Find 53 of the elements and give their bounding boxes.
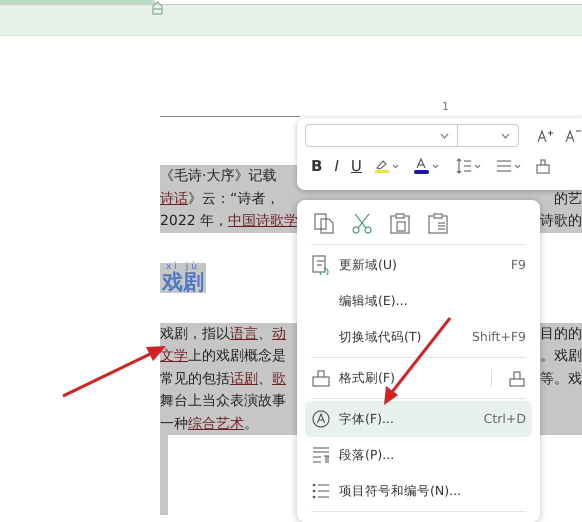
- document-text: 》云：“诗者，: [188, 190, 280, 206]
- page-number: 1: [442, 99, 449, 115]
- align-icon[interactable]: [496, 158, 522, 174]
- italic-button[interactable]: I: [328, 155, 345, 178]
- list-icon: [311, 481, 331, 501]
- hyperlink[interactable]: 中国诗歌学: [228, 213, 298, 229]
- document-text: 目的的: [540, 326, 582, 342]
- underline-button[interactable]: U: [344, 155, 368, 178]
- document-text: 。: [244, 416, 258, 432]
- bold-button[interactable]: B: [305, 155, 328, 178]
- format-painter-icon[interactable]: [508, 369, 526, 388]
- document-text: 常见的包括: [160, 370, 230, 386]
- document-text: 诗歌的: [540, 213, 582, 229]
- document-text: 的艺: [554, 190, 582, 206]
- format-painter-icon[interactable]: [534, 158, 552, 174]
- highlighter-icon[interactable]: [374, 158, 400, 174]
- letter-a-circle-icon: [311, 409, 331, 429]
- scissors-icon[interactable]: [351, 212, 373, 234]
- hyperlink[interactable]: 语言: [230, 326, 258, 342]
- heading-text: xì jù 戏剧: [160, 262, 206, 292]
- paragraph-icon: [311, 445, 331, 465]
- document-text: 、: [258, 326, 272, 342]
- document-text: 2022 年，: [160, 213, 228, 229]
- menu-item[interactable]: 项目符号和编号(N)...: [305, 473, 532, 509]
- grow-font-icon[interactable]: [537, 128, 553, 142]
- copy-icon[interactable]: [313, 212, 335, 234]
- hyperlink[interactable]: 诗话: [160, 190, 188, 206]
- document-text: 戏剧，指以: [160, 326, 230, 342]
- paste-icon[interactable]: [389, 212, 411, 234]
- paste-text-icon[interactable]: [427, 212, 449, 234]
- hyperlink[interactable]: 综合艺术: [188, 416, 244, 432]
- document-text: 上的戏剧概念是: [188, 348, 286, 364]
- menu-item[interactable]: 更新域(U) F9: [305, 247, 532, 283]
- menu-item[interactable]: 字体(F)... Ctrl+D: [305, 401, 532, 437]
- document-text: 舞台上当众表演故事: [160, 393, 286, 409]
- gutter-marker-icon[interactable]: [152, 1, 163, 15]
- document-text: 一种: [160, 416, 188, 432]
- format-painter-icon: [311, 368, 331, 388]
- menu-item[interactable]: 编辑域(E)...: [305, 283, 532, 319]
- menu-item[interactable]: 切换域代码(T) Shift+F9: [305, 319, 532, 355]
- document-text: 、: [258, 370, 272, 386]
- font-color-icon[interactable]: [414, 158, 440, 174]
- menu-item[interactable]: 段落(P)...: [305, 437, 532, 473]
- hyperlink[interactable]: 动: [272, 326, 286, 342]
- refresh-document-icon: [311, 255, 331, 275]
- document-text: 《毛诗·大序》记载: [160, 168, 276, 184]
- hyperlink[interactable]: 话剧: [230, 370, 258, 386]
- hyperlink[interactable]: 文学: [160, 348, 188, 364]
- hyperlink[interactable]: 歌: [272, 370, 286, 386]
- line-spacing-icon[interactable]: [456, 158, 482, 174]
- shrink-font-icon[interactable]: [565, 128, 581, 142]
- document-text: 。戏剧: [540, 348, 582, 364]
- document-text: 等。戏: [540, 370, 582, 386]
